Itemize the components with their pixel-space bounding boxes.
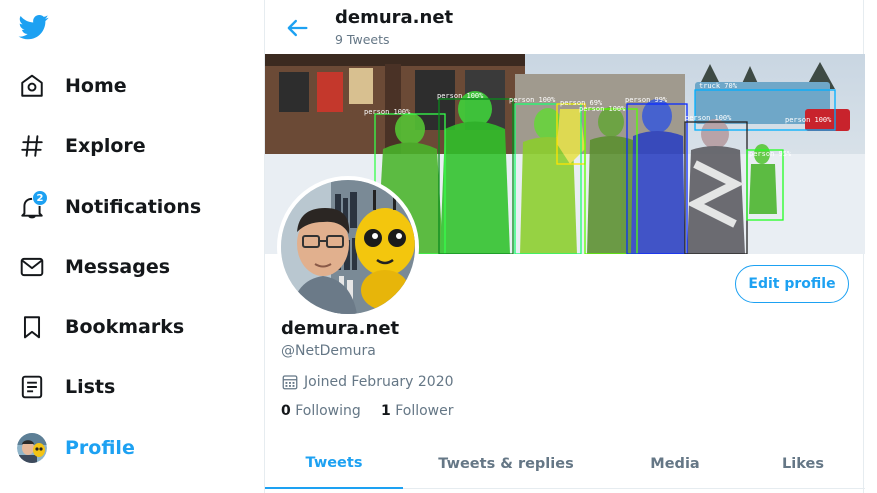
- profile-avatar[interactable]: [277, 176, 419, 318]
- sidebar-item-label: Bookmarks: [65, 316, 185, 338]
- detection-label: person 100%: [437, 92, 484, 100]
- tab-tweets[interactable]: Tweets: [265, 438, 403, 489]
- sidebar-item-label: Lists: [65, 376, 116, 398]
- followers-link[interactable]: 1 Follower: [381, 403, 454, 419]
- tab-media[interactable]: Media: [609, 438, 741, 489]
- avatar: [12, 428, 52, 468]
- page-title: demura.net: [335, 7, 454, 28]
- home-icon: [12, 66, 52, 106]
- bell-icon: 2: [12, 187, 52, 227]
- sidebar-item-bookmarks[interactable]: Bookmarks: [12, 305, 184, 349]
- detection-label: truck 70%: [699, 82, 738, 90]
- joined-date: Joined February 2020: [281, 373, 454, 391]
- tweet-count: 9 Tweets: [335, 32, 390, 47]
- detection-label: person 100%: [579, 105, 626, 113]
- detection-label: person 100%: [685, 114, 732, 122]
- following-link[interactable]: 0 Following: [281, 403, 361, 419]
- edit-profile-button[interactable]: Edit profile: [735, 265, 849, 303]
- notification-badge: 2: [32, 190, 48, 206]
- detection-label: person 95%: [749, 150, 792, 158]
- tab-likes[interactable]: Likes: [741, 438, 865, 489]
- sidebar-item-label: Notifications: [65, 196, 202, 218]
- profile-name: demura.net: [281, 318, 400, 339]
- followers-label: Follower: [395, 403, 454, 419]
- bookmark-icon: [12, 307, 52, 347]
- tab-tweets-and-replies[interactable]: Tweets & replies: [403, 438, 609, 489]
- joined-text: Joined February 2020: [304, 374, 454, 390]
- sidebar-item-explore[interactable]: Explore: [12, 124, 146, 168]
- sidebar-item-messages[interactable]: Messages: [12, 245, 170, 289]
- sidebar-item-label: Explore: [65, 135, 146, 157]
- sidebar-item-profile[interactable]: Profile: [12, 426, 135, 470]
- sidebar-item-label: Messages: [65, 256, 171, 278]
- following-label: Following: [295, 403, 361, 419]
- sidebar-item-label: Profile: [65, 437, 135, 459]
- followers-count: 1: [381, 403, 391, 419]
- profile-header-bar: demura.net 9 Tweets: [265, 0, 863, 54]
- detection-label: person 100%: [785, 116, 832, 124]
- calendar-icon: [282, 375, 298, 390]
- twitter-bird-icon[interactable]: [18, 12, 50, 42]
- profile-column: demura.net 9 Tweets person 100% person 1…: [264, 0, 865, 493]
- profile-tabs: Tweets Tweets & replies Media Likes: [265, 438, 865, 489]
- back-arrow-icon[interactable]: [283, 14, 311, 42]
- sidebar-item-label: Home: [65, 75, 127, 97]
- sidebar: Home Explore 2 Notifications Messages Bo…: [0, 0, 264, 493]
- list-icon: [12, 367, 52, 407]
- profile-handle: @NetDemura: [281, 343, 376, 359]
- detection-label: person 100%: [509, 96, 556, 104]
- detection-label: person 100%: [364, 108, 411, 116]
- sidebar-item-lists[interactable]: Lists: [12, 365, 115, 409]
- sidebar-item-home[interactable]: Home: [12, 64, 127, 108]
- detection-label: person 99%: [625, 96, 668, 104]
- hashtag-icon: [12, 126, 52, 166]
- sidebar-item-notifications[interactable]: 2 Notifications: [12, 185, 201, 229]
- following-count: 0: [281, 403, 291, 419]
- envelope-icon: [12, 247, 52, 287]
